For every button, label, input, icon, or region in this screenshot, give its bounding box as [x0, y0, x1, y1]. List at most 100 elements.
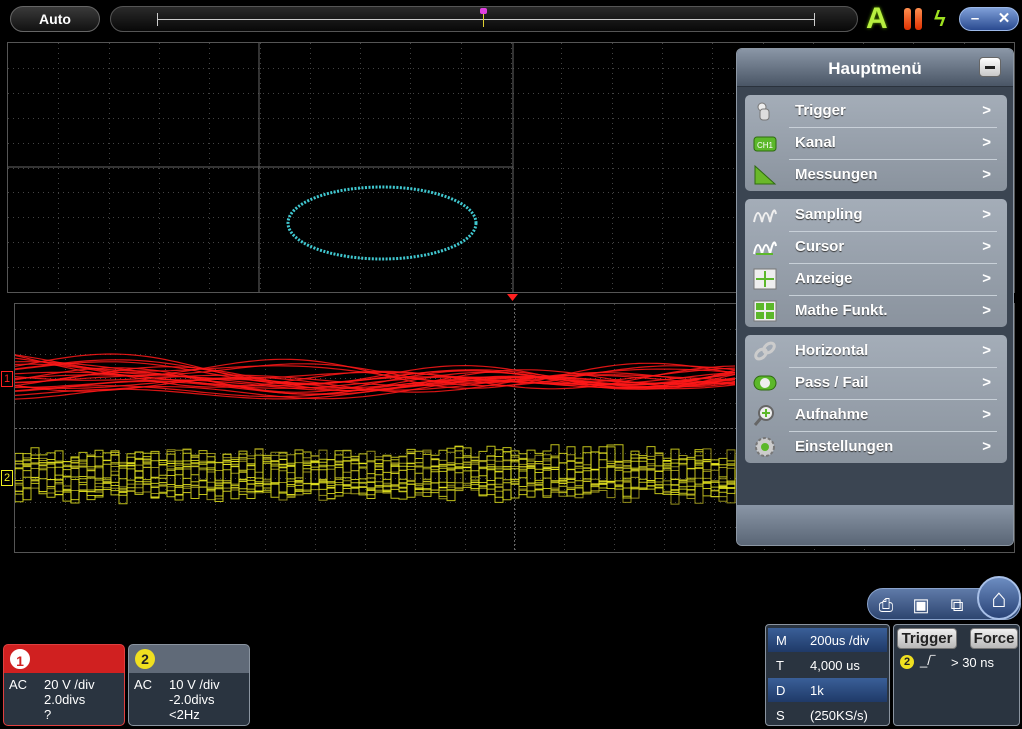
timebase-row-t: T 4,000 us — [768, 653, 887, 677]
menu-item-sampling[interactable]: Sampling > — [745, 199, 1007, 231]
main-menu-header: Hauptmenü — [737, 49, 1013, 87]
trigger-info: Trigger Force 2 _/‾ > 30 ns — [893, 624, 1020, 726]
chevron-right-icon: > — [982, 206, 991, 223]
pass-fail-icon — [753, 372, 777, 394]
force-trigger-button[interactable]: Force — [970, 628, 1018, 649]
math-calc-icon — [753, 300, 777, 322]
menu-item-label: Aufnahme — [795, 406, 869, 423]
trigger-position-marker[interactable] — [480, 8, 487, 14]
menu-item-label: Kanal — [795, 134, 836, 151]
svg-text:CH1: CH1 — [757, 141, 774, 150]
timebase-info[interactable]: M 200us /div T 4,000 us D 1k S (250KS/s) — [765, 624, 890, 726]
save-icon[interactable]: ▣ — [907, 592, 935, 618]
chevron-right-icon: > — [982, 406, 991, 423]
channel-2-badge: 2 — [135, 649, 155, 669]
xy-lissajous-trace — [286, 185, 478, 261]
timebase-key: S — [776, 708, 785, 723]
timebase-key: D — [776, 683, 786, 698]
menu-item-label: Einstellungen — [795, 438, 894, 455]
menu-item-pass-fail[interactable]: Pass / Fail > — [745, 367, 1007, 399]
print-icon[interactable]: ⎙ — [872, 592, 900, 618]
channel-1-frequency: ? — [44, 707, 52, 722]
timebase-value: 1k — [810, 683, 824, 698]
channel-2-volts-per-div: 10 V /div — [169, 677, 220, 692]
chevron-right-icon: > — [982, 438, 991, 455]
trigger-source-badge: 2 — [900, 655, 914, 669]
layout-icon[interactable]: ⧉ — [943, 592, 971, 618]
minimize-button[interactable]: – — [960, 8, 990, 30]
horizontal-chain-icon — [753, 340, 777, 362]
menu-group: Trigger > CH1 Kanal > Messungen > — [745, 95, 1007, 191]
menu-item-einstellungen[interactable]: Einstellungen > — [745, 431, 1007, 463]
display-crosshair-icon — [753, 268, 777, 290]
timebase-row-m: M 200us /div — [768, 628, 887, 652]
settings-gear-icon — [753, 436, 777, 458]
pause-icon[interactable] — [904, 8, 924, 30]
menu-collapse-button[interactable] — [979, 57, 1001, 77]
menu-item-label: Pass / Fail — [795, 374, 869, 391]
bolt-icon[interactable]: ϟ — [934, 6, 952, 32]
timebase-row-d: D 1k — [768, 678, 887, 702]
home-icon[interactable]: ⌂ — [977, 576, 1021, 620]
main-menu-footer — [737, 505, 1013, 545]
chevron-right-icon: > — [982, 302, 991, 319]
timebase-position-bar[interactable] — [110, 6, 858, 32]
top-bar: Auto A ϟ – ✕ — [0, 0, 1022, 38]
ch1-waveform — [15, 353, 736, 400]
menu-item-label: Anzeige — [795, 270, 853, 287]
channel-1-badge: 1 — [10, 649, 30, 669]
ch2-level-marker[interactable]: 2 — [1, 470, 13, 486]
channel-2-info[interactable]: 2 AC 10 V /div -2.0divs <2Hz — [128, 644, 250, 726]
cursor-wave-icon — [753, 236, 777, 258]
menu-item-aufnahme[interactable]: Aufnahme > — [745, 399, 1007, 431]
timebase-value: 200us /div — [810, 633, 870, 648]
rising-edge-icon: _/‾ — [920, 653, 936, 668]
channel-1-volts-per-div: 20 V /div — [44, 677, 95, 692]
timebar-right-tick — [814, 13, 815, 26]
menu-item-kanal[interactable]: CH1 Kanal > — [745, 127, 1007, 159]
menu-item-trigger[interactable]: Trigger > — [745, 95, 1007, 127]
trigger-button[interactable]: Trigger — [897, 628, 957, 649]
auto-scale-icon[interactable]: A — [866, 4, 894, 34]
timebase-value: 4,000 us — [810, 658, 860, 673]
menu-item-label: Mathe Funkt. — [795, 302, 888, 319]
channel-1-coupling: AC — [9, 677, 28, 692]
menu-item-label: Cursor — [795, 238, 845, 255]
menu-item-mathe-funkt[interactable]: Mathe Funkt. > — [745, 295, 1007, 327]
measure-ruler-icon — [753, 164, 777, 186]
chevron-right-icon: > — [982, 134, 991, 151]
chevron-right-icon: > — [982, 238, 991, 255]
chevron-right-icon: > — [982, 374, 991, 391]
menu-item-horizontal[interactable]: Horizontal > — [745, 335, 1007, 367]
menu-item-label: Messungen — [795, 166, 878, 183]
channel-ch1-icon: CH1 — [753, 132, 777, 154]
menu-item-anzeige[interactable]: Anzeige > — [745, 263, 1007, 295]
timebar-left-tick — [157, 13, 158, 26]
window-controls: – ✕ — [959, 7, 1019, 31]
ch1-level-marker[interactable]: 1 — [1, 371, 13, 387]
trigger-condition: > 30 ns — [951, 655, 995, 670]
main-menu-title: Hauptmenü — [828, 59, 922, 78]
channel-2-frequency: <2Hz — [169, 707, 200, 722]
menu-item-messungen[interactable]: Messungen > — [745, 159, 1007, 191]
menu-item-cursor[interactable]: Cursor > — [745, 231, 1007, 263]
main-menu-panel: Hauptmenü Trigger > CH1 Kanal > Messungen > Sam… — [736, 48, 1014, 546]
timebase-key: M — [776, 633, 787, 648]
oscilloscope-app: Auto A ϟ – ✕ 1 2 Hauptmenü Trigger > CH1… — [0, 0, 1022, 729]
chevron-right-icon: > — [982, 102, 991, 119]
menu-item-label: Horizontal — [795, 342, 869, 359]
menu-group: Sampling > Cursor > Anzeige > Mathe Funkt. > — [745, 199, 1007, 327]
close-button[interactable]: ✕ — [989, 8, 1019, 30]
channel-2-coupling: AC — [134, 677, 153, 692]
chevron-right-icon: > — [982, 270, 991, 287]
channel-1-info[interactable]: 1 AC 20 V /div 2.0divs ? — [3, 644, 125, 726]
chevron-right-icon: > — [982, 166, 991, 183]
chevron-right-icon: > — [982, 342, 991, 359]
auto-mode-button[interactable]: Auto — [10, 6, 100, 32]
ch2-waveform — [15, 444, 736, 505]
trigger-hand-icon — [753, 100, 777, 122]
trigger-time-marker[interactable] — [507, 294, 518, 302]
timebase-row-s: S (250KS/s) — [768, 703, 887, 727]
timebase-key: T — [776, 658, 784, 673]
record-magnifier-icon — [753, 404, 777, 426]
